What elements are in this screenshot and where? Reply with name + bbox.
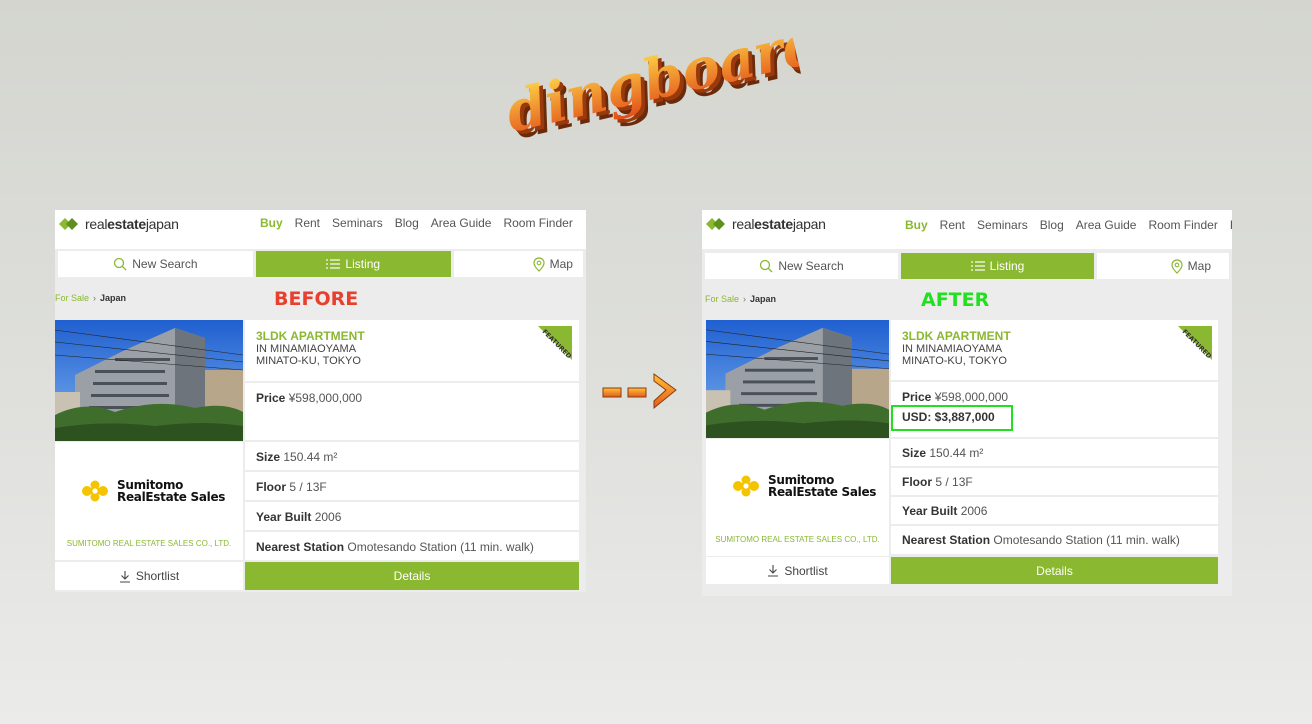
tab-map[interactable]: Map: [1097, 253, 1229, 279]
shortlist-button[interactable]: Shortlist: [706, 557, 889, 584]
tab-map[interactable]: Map: [453, 251, 583, 277]
listing-location-1: IN MINAMIAOYAMA: [256, 343, 357, 355]
featured-ribbon: FEATURED: [1178, 326, 1212, 360]
nav-rent[interactable]: Rent: [295, 216, 320, 230]
nav-room-finder[interactable]: Room Finder: [503, 216, 572, 230]
floor-row: Floor 5 / 13F: [245, 472, 579, 500]
listing-location-2: MINATO-KU, TOKYO: [256, 355, 361, 367]
nav-rent[interactable]: Rent: [940, 218, 965, 232]
floor-value: 5 / 13F: [289, 480, 327, 494]
listing-title: 3LDK APARTMENT: [256, 329, 365, 343]
site-logo[interactable]: realestatejapan: [57, 214, 179, 234]
property-photo[interactable]: [55, 320, 243, 441]
breadcrumb-current: Japan: [100, 293, 127, 303]
after-screenshot: realestatejapan Buy Rent Seminars Blog A…: [702, 210, 1232, 596]
search-icon: [114, 257, 127, 271]
listing-location-2: MINATO-KU, TOKYO: [902, 355, 1007, 367]
property-photo[interactable]: [706, 320, 889, 438]
breadcrumb-current: Japan: [750, 294, 777, 304]
nearest-station-row: Nearest Station Omotesando Station (11 m…: [891, 526, 1218, 554]
after-label: AFTER: [921, 289, 990, 311]
nav-area-guide[interactable]: Area Guide: [431, 216, 492, 230]
nav-buy[interactable]: Buy: [260, 216, 283, 230]
listing-title: 3LDK APARTMENT: [902, 329, 1011, 343]
download-arrow-icon: [119, 570, 130, 583]
price-row: Price ¥598,000,000: [245, 383, 579, 440]
nearest-station-value: Omotesando Station (11 min. walk): [347, 540, 534, 554]
price-value: ¥598,000,000: [934, 390, 1009, 404]
breadcrumb-for-sale[interactable]: For Sale: [55, 293, 89, 303]
site-header: realestatejapan Buy Rent Seminars Blog A…: [55, 210, 586, 249]
nav-more[interactable]: H: [1230, 218, 1232, 232]
tab-new-search[interactable]: New Search: [58, 251, 253, 277]
map-pin-icon: [1171, 258, 1183, 274]
nav-area-guide[interactable]: Area Guide: [1076, 218, 1137, 232]
nav-buy[interactable]: Buy: [905, 218, 928, 232]
svg-text:dingboard!: dingboard!: [500, 3, 808, 145]
breadcrumb-for-sale[interactable]: For Sale: [705, 294, 739, 304]
sumitomo-logo-icon: [733, 475, 759, 497]
tab-listing[interactable]: Listing: [255, 251, 451, 277]
year-built-row: Year Built 2006: [245, 502, 579, 530]
floor-value: 5 / 13F: [935, 475, 973, 489]
list-icon: [970, 261, 985, 271]
size-value: 150.44 m²: [929, 446, 984, 460]
nav-seminars[interactable]: Seminars: [332, 216, 383, 230]
agency-card[interactable]: Sumitomo RealEstate Sales SUMITOMO REAL E…: [706, 439, 889, 556]
search-icon: [760, 259, 773, 273]
shortlist-button[interactable]: Shortlist: [55, 562, 243, 590]
agency-logo: Sumitomo RealEstate Sales: [79, 479, 225, 503]
featured-ribbon: FEATURED: [538, 326, 572, 360]
listing-location-1: IN MINAMIAOYAMA: [902, 343, 1003, 355]
view-tabs: New Search Listing Map: [705, 253, 1232, 279]
floor-row: Floor 5 / 13F: [891, 468, 1218, 495]
tab-listing[interactable]: Listing: [901, 253, 1094, 279]
price-label: Price: [902, 390, 932, 404]
size-row: Size 150.44 m²: [891, 439, 1218, 466]
sumitomo-logo-icon: [82, 480, 108, 502]
size-value: 150.44 m²: [283, 450, 338, 464]
agency-company-name: SUMITOMO REAL ESTATE SALES CO., LTD.: [715, 535, 880, 544]
year-built-value: 2006: [960, 504, 988, 518]
nav-blog[interactable]: Blog: [395, 216, 419, 230]
nearest-station-value: Omotesando Station (11 min. walk): [993, 533, 1180, 547]
main-menu: Buy Rent Seminars Blog Area Guide Room F…: [260, 216, 586, 230]
arrow-icon: [602, 373, 677, 410]
breadcrumb: For Sale › Japan: [705, 294, 777, 304]
main-menu: Buy Rent Seminars Blog Area Guide Room F…: [905, 218, 1232, 232]
year-built-value: 2006: [314, 510, 342, 524]
site-header: realestatejapan Buy Rent Seminars Blog A…: [702, 210, 1232, 249]
download-arrow-icon: [768, 565, 779, 577]
agency-company-name: SUMITOMO REAL ESTATE SALES CO., LTD.: [66, 539, 232, 548]
map-pin-icon: [533, 256, 545, 272]
diamond-logo-icon: [59, 218, 78, 230]
price-value: ¥598,000,000: [288, 391, 363, 405]
listing-title-block[interactable]: 3LDK APARTMENT IN MINAMIAOYAMA MINATO-KU…: [891, 320, 1218, 380]
nav-seminars[interactable]: Seminars: [977, 218, 1028, 232]
before-screenshot: realestatejapan Buy Rent Seminars Blog A…: [55, 210, 586, 592]
details-button[interactable]: Details: [891, 557, 1218, 584]
year-built-row: Year Built 2006: [891, 497, 1218, 524]
nav-blog[interactable]: Blog: [1040, 218, 1064, 232]
agency-logo: Sumitomo RealEstate Sales: [730, 474, 876, 498]
nav-more[interactable]: I: [585, 216, 586, 230]
site-logo-text: realestatejapan: [85, 216, 179, 232]
usd-price-badge: USD: $3,887,000: [891, 405, 1013, 431]
diamond-logo-icon: [706, 218, 725, 230]
listing-title-block[interactable]: 3LDK APARTMENT IN MINAMIAOYAMA MINATO-KU…: [245, 320, 579, 381]
site-logo[interactable]: realestatejapan: [704, 214, 826, 234]
nav-room-finder[interactable]: Room Finder: [1148, 218, 1217, 232]
agency-card[interactable]: Sumitomo RealEstate Sales SUMITOMO REAL E…: [55, 442, 243, 560]
price-label: Price: [256, 391, 286, 405]
size-row: Size 150.44 m²: [245, 442, 579, 470]
view-tabs: New Search Listing Map: [58, 251, 586, 277]
details-button[interactable]: Details: [245, 562, 579, 590]
dingboard-wordart: dingboard! dingboard! dingboard!: [500, 3, 808, 152]
nearest-station-row: Nearest Station Omotesando Station (11 m…: [245, 532, 579, 560]
breadcrumb: For Sale › Japan: [55, 293, 127, 303]
tab-new-search[interactable]: New Search: [705, 253, 898, 279]
list-icon: [326, 259, 341, 269]
before-label: BEFORE: [274, 288, 359, 310]
site-logo-text: realestatejapan: [732, 216, 826, 232]
